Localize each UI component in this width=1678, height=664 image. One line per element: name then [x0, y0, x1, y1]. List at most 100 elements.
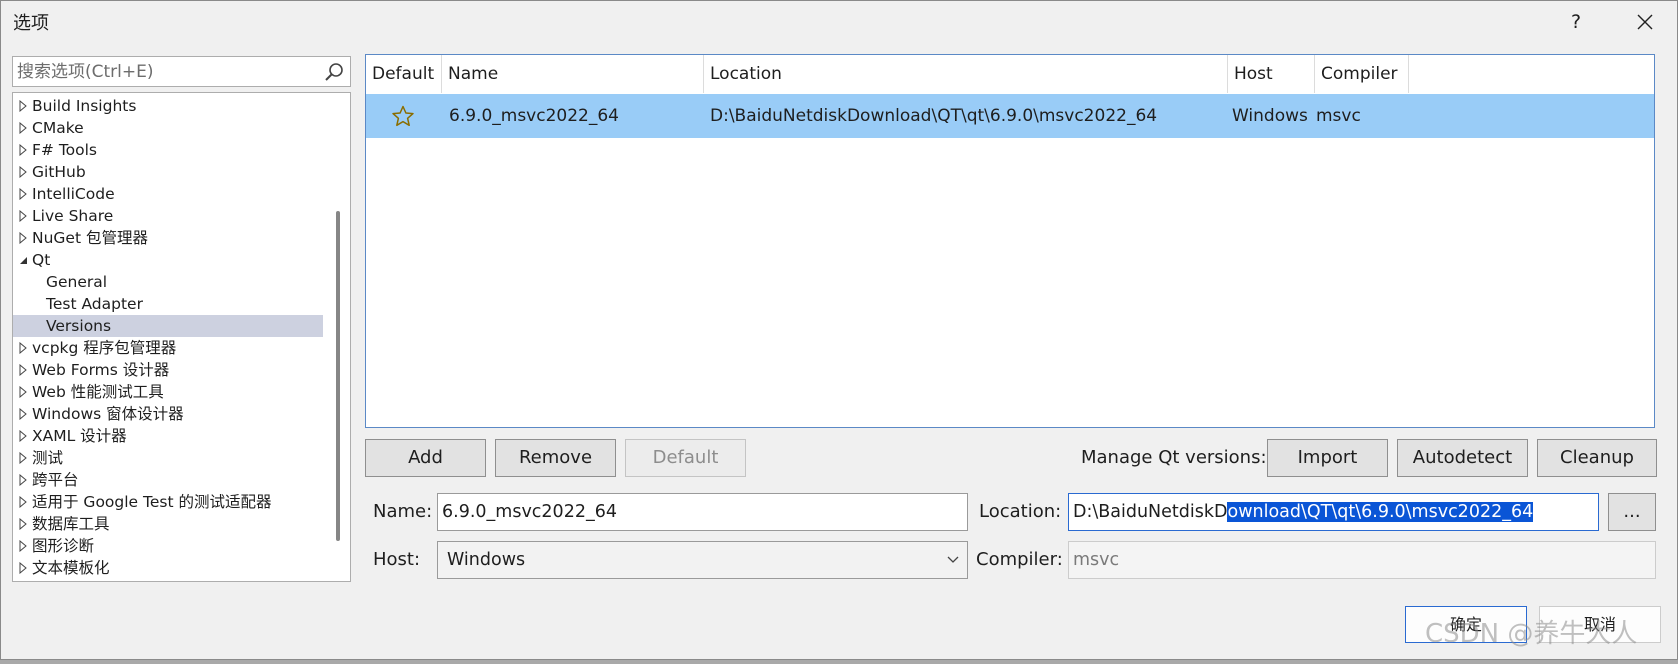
compiler-field[interactable]: msvc: [1068, 541, 1656, 579]
tree-item-test[interactable]: 测试: [13, 447, 323, 469]
host-select[interactable]: Windows: [437, 541, 968, 579]
row-name: 6.9.0_msvc2022_64: [449, 106, 619, 126]
tree-item-label: Build Insights: [32, 97, 137, 115]
tree-item-web-forms[interactable]: Web Forms 设计器: [13, 359, 323, 381]
chevron-right-icon[interactable]: [18, 166, 28, 178]
title-bar: 选项 ?: [1, 1, 1677, 43]
tree-item-label: Versions: [46, 317, 112, 335]
tree-item-label: General: [46, 273, 108, 291]
cancel-button[interactable]: 取消: [1539, 606, 1661, 643]
chevron-right-icon[interactable]: [18, 452, 28, 464]
chevron-right-icon[interactable]: [18, 474, 28, 486]
tree-item-github[interactable]: GitHub: [13, 161, 323, 183]
versions-table: Default Name Location Host Compiler 6.9.…: [365, 54, 1655, 428]
tree-item-label: GitHub: [32, 163, 86, 181]
column-header-default[interactable]: Default: [366, 55, 442, 93]
row-location: D:\BaiduNetdiskDownload\QT\qt\6.9.0\msvc…: [710, 106, 1158, 126]
host-label: Host:: [373, 549, 421, 570]
chevron-right-icon[interactable]: [18, 144, 28, 156]
default-button[interactable]: Default: [625, 439, 746, 477]
chevron-right-icon[interactable]: [18, 232, 28, 244]
tree-item-qt[interactable]: Qt: [13, 249, 323, 271]
tree-item-label: NuGet 包管理器: [32, 229, 148, 247]
location-field[interactable]: D:\BaiduNetdiskDownload\QT\qt\6.9.0\msvc…: [1068, 493, 1599, 531]
search-input[interactable]: [17, 59, 317, 84]
import-button[interactable]: Import: [1267, 439, 1388, 477]
tree-item-label: 文本模板化: [32, 559, 110, 577]
name-label: Name:: [373, 501, 433, 522]
column-header-name[interactable]: Name: [442, 55, 704, 93]
tree-item-vcpkg[interactable]: vcpkg 程序包管理器: [13, 337, 323, 359]
search-box: [12, 56, 351, 87]
remove-button[interactable]: Remove: [495, 439, 616, 477]
tree-item-label: Windows 窗体设计器: [32, 405, 184, 423]
search-icon[interactable]: [324, 62, 344, 82]
star-outline-icon[interactable]: [391, 105, 415, 127]
options-dialog: 选项 ? Build Insights CMake F# Tools: [0, 0, 1678, 660]
tree-item-xaml[interactable]: XAML 设计器: [13, 425, 323, 447]
chevron-right-icon[interactable]: [18, 518, 28, 530]
help-button[interactable]: ?: [1561, 6, 1591, 38]
tree-item-cmake[interactable]: CMake: [13, 117, 323, 139]
tree-item-fsharp-tools[interactable]: F# Tools: [13, 139, 323, 161]
browse-button[interactable]: ...: [1608, 493, 1656, 531]
chevron-right-icon[interactable]: [18, 562, 28, 574]
host-value: Windows: [447, 550, 526, 570]
chevron-right-icon[interactable]: [18, 430, 28, 442]
cleanup-button[interactable]: Cleanup: [1537, 439, 1657, 477]
compiler-label: Compiler:: [976, 549, 1063, 570]
chevron-right-icon[interactable]: [18, 386, 28, 398]
tree-item-label: 跨平台: [32, 471, 79, 489]
tree-item-nuget[interactable]: NuGet 包管理器: [13, 227, 323, 249]
tree-item-label: 图形诊断: [32, 537, 95, 555]
chevron-right-icon[interactable]: [18, 496, 28, 508]
compiler-value: msvc: [1073, 550, 1120, 570]
tree-item-intellicode[interactable]: IntelliCode: [13, 183, 323, 205]
chevron-right-icon[interactable]: [18, 210, 28, 222]
autodetect-button[interactable]: Autodetect: [1397, 439, 1528, 477]
tree-item-label: Web 性能测试工具: [32, 383, 164, 401]
tree-item-label: CMake: [32, 119, 84, 137]
column-header-compiler[interactable]: Compiler: [1315, 55, 1409, 93]
close-icon: [1637, 14, 1653, 30]
add-button[interactable]: Add: [365, 439, 486, 477]
name-field[interactable]: 6.9.0_msvc2022_64: [437, 493, 968, 531]
tree-item-text-templating[interactable]: 文本模板化: [13, 557, 323, 579]
chevron-down-icon[interactable]: [18, 254, 28, 266]
chevron-right-icon[interactable]: [18, 342, 28, 354]
tree-item-qt-test-adapter[interactable]: Test Adapter: [13, 293, 323, 315]
tree-item-qt-general[interactable]: General: [13, 271, 323, 293]
tree-item-build-insights[interactable]: Build Insights: [13, 95, 323, 117]
tree-item-database-tools[interactable]: 数据库工具: [13, 513, 323, 535]
chevron-right-icon[interactable]: [18, 188, 28, 200]
chevron-right-icon[interactable]: [18, 408, 28, 420]
tree-item-label: 测试: [32, 449, 64, 467]
location-label: Location:: [979, 501, 1062, 522]
tree-item-live-share[interactable]: Live Share: [13, 205, 323, 227]
tree-scrollbar[interactable]: [336, 211, 340, 541]
close-button[interactable]: [1625, 6, 1665, 38]
column-header-location[interactable]: Location: [704, 55, 1228, 93]
ok-button[interactable]: 确定: [1405, 606, 1527, 643]
location-value-prefix: D:\BaiduNetdiskD: [1073, 502, 1228, 522]
tree-item-graphics-diagnostics[interactable]: 图形诊断: [13, 535, 323, 557]
table-header: Default Name Location Host Compiler: [366, 55, 1654, 93]
options-tree: Build Insights CMake F# Tools GitHub Int…: [12, 92, 351, 582]
chevron-right-icon[interactable]: [18, 100, 28, 112]
chevron-right-icon[interactable]: [18, 122, 28, 134]
tree-item-qt-versions[interactable]: Versions: [13, 315, 323, 337]
row-compiler: msvc: [1316, 106, 1361, 126]
chevron-right-icon[interactable]: [18, 540, 28, 552]
column-header-host[interactable]: Host: [1228, 55, 1315, 93]
table-row[interactable]: 6.9.0_msvc2022_64 D:\BaiduNetdiskDownloa…: [366, 94, 1654, 138]
tree-item-web-perf[interactable]: Web 性能测试工具: [13, 381, 323, 403]
tree-item-cross-platform[interactable]: 跨平台: [13, 469, 323, 491]
dialog-title: 选项: [13, 13, 49, 34]
tree-item-label: vcpkg 程序包管理器: [32, 339, 177, 357]
tree-item-windows-forms[interactable]: Windows 窗体设计器: [13, 403, 323, 425]
tree-item-google-test[interactable]: 适用于 Google Test 的测试适配器: [13, 491, 323, 513]
chevron-right-icon[interactable]: [18, 364, 28, 376]
row-host: Windows: [1232, 106, 1308, 126]
tree-item-label: F# Tools: [32, 141, 98, 159]
tree-item-label: Test Adapter: [46, 295, 143, 313]
